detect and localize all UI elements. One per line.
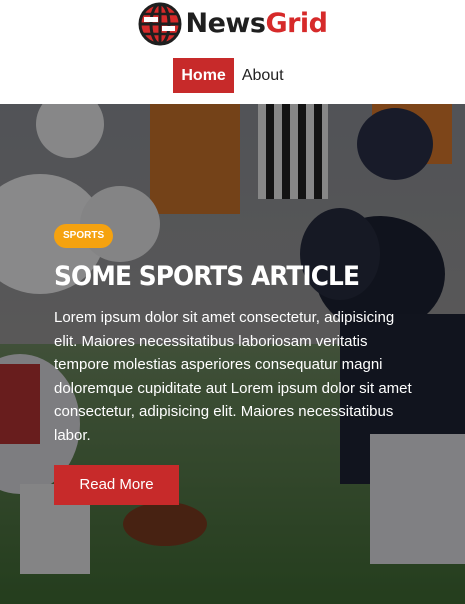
nav-item-home[interactable]: Home [173, 58, 234, 93]
nav-item-about[interactable]: About [234, 58, 292, 93]
hero-section: SPORTS SOME SPORTS ARTICLE Lorem ipsum d… [0, 104, 465, 604]
hero-content: SPORTS SOME SPORTS ARTICLE Lorem ipsum d… [54, 224, 419, 505]
article-excerpt: Lorem ipsum dolor sit amet consectetur, … [54, 309, 412, 444]
brand-name-part1: News [185, 8, 266, 39]
globe-icon [138, 2, 181, 46]
site-header: NewsGrid Home About [0, 0, 465, 104]
article-title[interactable]: SOME SPORTS ARTICLE [54, 259, 390, 295]
brand-name: NewsGrid [185, 2, 329, 46]
site-logo[interactable]: NewsGrid [0, 2, 465, 46]
brand-name-part2: Grid [265, 8, 328, 39]
category-badge[interactable]: SPORTS [54, 224, 114, 248]
main-nav: Home About [0, 58, 465, 93]
read-more-button[interactable]: Read More [54, 465, 179, 505]
